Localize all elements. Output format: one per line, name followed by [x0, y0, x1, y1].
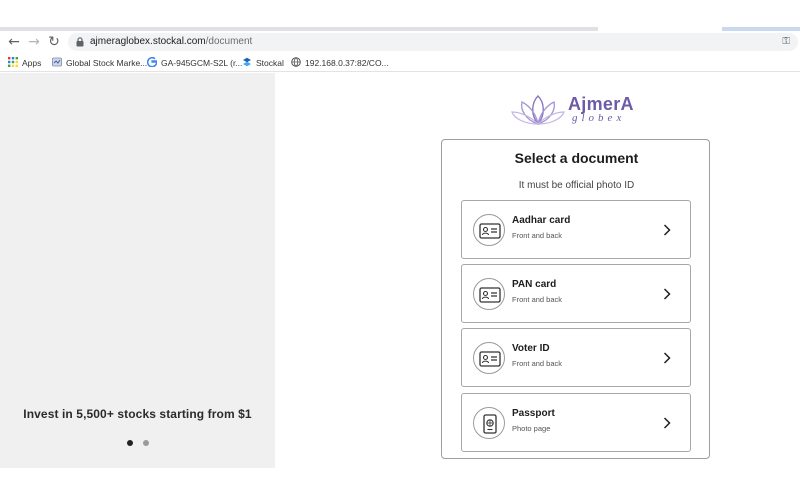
globe-icon — [291, 57, 301, 67]
document-option-label: Voter ID — [512, 343, 550, 354]
id-card-icon — [479, 351, 501, 367]
promo-text: Invest in 5,500+ stocks starting from $1 — [23, 407, 252, 421]
promo-panel: Invest in 5,500+ stocks starting from $1 — [0, 73, 275, 468]
document-option-description: Front and back — [512, 231, 563, 240]
bookmark-label: 192.168.0.37:82/CO... — [305, 58, 389, 68]
bookmark-ga-945gcm[interactable]: GA-945GCM-S2L (r... — [147, 56, 242, 70]
page-icon — [52, 57, 62, 67]
passport-icon — [483, 414, 497, 434]
document-option-label: PAN card — [512, 279, 557, 290]
id-card-icon — [479, 223, 501, 239]
carousel-dot[interactable] — [143, 440, 149, 446]
url-text: ajmeraglobex.stockal.com/document — [90, 35, 252, 49]
url-host: ajmeraglobex.stockal.com — [90, 36, 206, 47]
page-subtitle: It must be official photo ID — [518, 180, 635, 191]
carousel-dots — [127, 440, 157, 448]
document-option-voter-id[interactable]: Voter ID Front and back — [461, 328, 691, 387]
document-option-label: Aadhar card — [512, 215, 571, 226]
bookmark-global-stock-market[interactable]: Global Stock Marke... — [52, 56, 147, 70]
chevron-right-icon — [663, 352, 671, 364]
bookmark-label: GA-945GCM-S2L (r... — [161, 58, 243, 68]
icon-circle — [473, 214, 505, 246]
reload-icon[interactable]: ↻ — [46, 34, 62, 50]
forward-arrow-icon[interactable]: → — [26, 34, 42, 50]
document-picker-card: Select a document It must be official ph… — [441, 139, 710, 459]
bookmark-label: Global Stock Marke... — [66, 58, 148, 68]
document-option-label: Passport — [512, 408, 555, 419]
google-icon — [147, 57, 157, 67]
chevron-right-icon — [663, 417, 671, 429]
key-icon[interactable]: ⚿ — [782, 36, 790, 47]
bookmark-label: Stockal — [256, 58, 284, 68]
stockal-icon — [243, 57, 251, 67]
chevron-right-icon — [663, 224, 671, 236]
icon-circle — [473, 278, 505, 310]
address-bar[interactable]: ajmeraglobex.stockal.com/document ⚿ — [68, 33, 798, 51]
browser-toolbar: ← → ↻ ajmeraglobex.stockal.com/document … — [0, 31, 800, 53]
page-title: Select a document — [514, 150, 639, 166]
bookmark-apps[interactable]: Apps — [8, 56, 41, 70]
document-option-aadhar[interactable]: Aadhar card Front and back — [461, 200, 691, 259]
chevron-right-icon — [663, 288, 671, 300]
document-option-description: Front and back — [512, 295, 563, 304]
ajmera-globex-logo: AjmerA globex — [510, 92, 644, 130]
icon-circle — [473, 407, 505, 439]
bookmark-label: Apps — [22, 58, 42, 68]
document-option-description: Front and back — [512, 359, 563, 368]
back-arrow-icon[interactable]: ← — [6, 34, 22, 50]
browser-tab-strip — [0, 0, 800, 31]
id-card-icon — [479, 287, 501, 303]
bookmark-local-ip[interactable]: 192.168.0.37:82/CO... — [291, 56, 389, 70]
icon-circle — [473, 342, 505, 374]
bookmarks-bar: Apps Global Stock Marke... GA-945GCM-S2L… — [0, 53, 800, 72]
document-option-description: Photo page — [512, 424, 551, 433]
lotus-icon — [511, 95, 565, 126]
document-option-passport[interactable]: Passport Photo page — [461, 393, 691, 452]
document-option-pan[interactable]: PAN card Front and back — [461, 264, 691, 323]
carousel-dot-active[interactable] — [127, 440, 133, 446]
logo-tagline: globex — [572, 112, 626, 124]
lock-icon — [76, 37, 84, 47]
bookmark-stockal[interactable]: Stockal — [242, 56, 284, 70]
url-path: /document — [205, 36, 253, 47]
apps-grid-icon — [8, 57, 18, 67]
